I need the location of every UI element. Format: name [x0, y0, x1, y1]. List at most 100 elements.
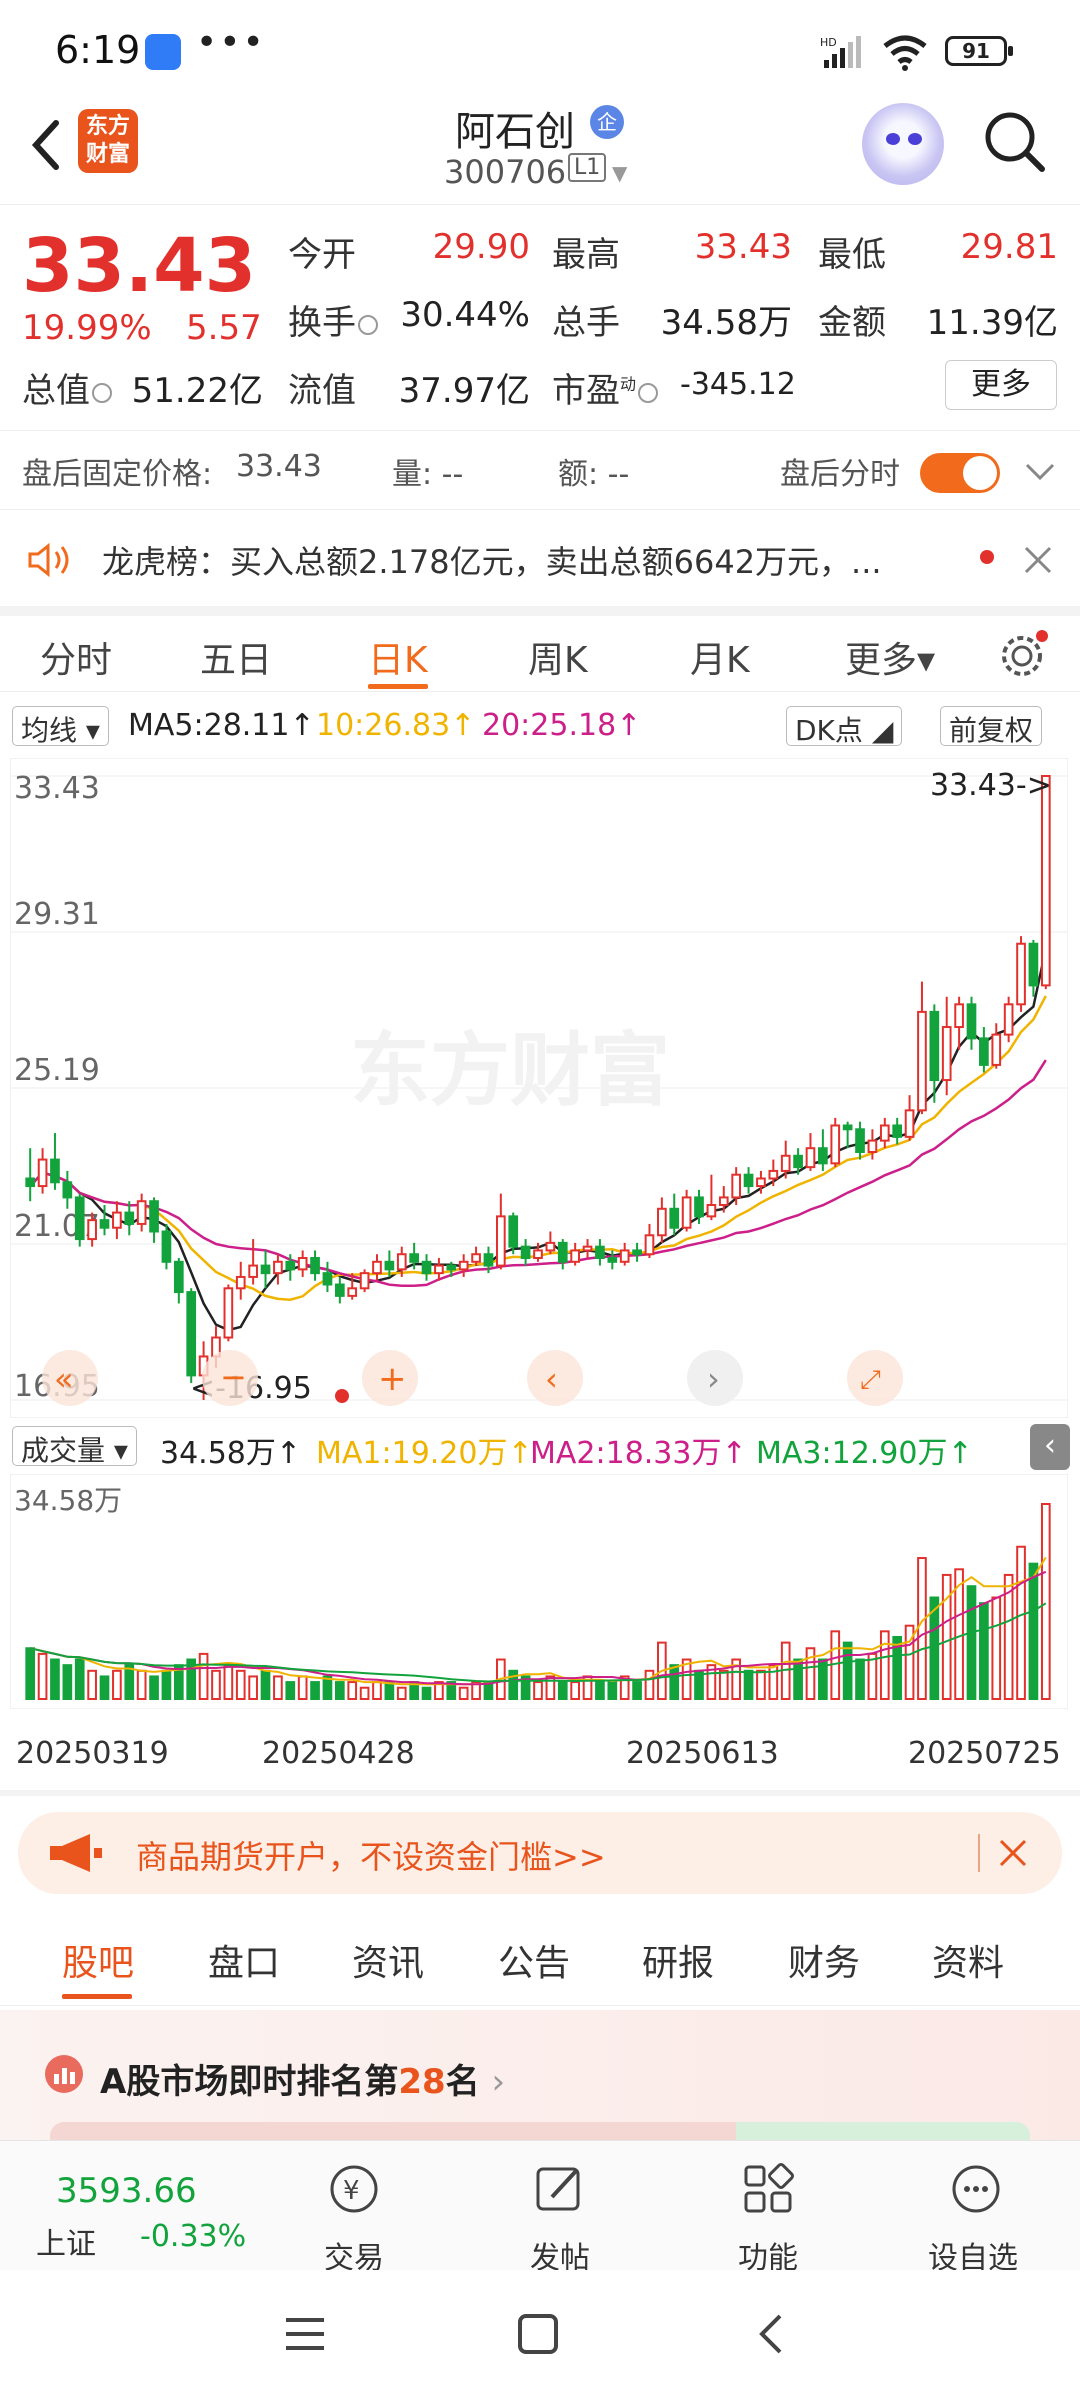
close-icon[interactable]	[998, 1838, 1028, 1868]
post-icon[interactable]	[530, 2159, 590, 2219]
candle-body	[62, 1181, 73, 1199]
ai-assistant-avatar[interactable]	[862, 103, 944, 185]
settings-gear-icon[interactable]	[996, 628, 1050, 682]
date-start: 20250319	[16, 1736, 169, 1771]
tab-news[interactable]: 资讯	[352, 1934, 424, 1986]
close-icon[interactable]	[1022, 544, 1054, 576]
candle-body	[619, 1249, 630, 1263]
ma-legend: 均线 ▾ MA5:28.11↑ 10:26.83↑ 20:25.18↑ DK点 …	[0, 700, 1080, 750]
tab-weekly-k[interactable]: 周K	[528, 631, 588, 683]
last-price-tag: 33.43->	[930, 768, 1052, 803]
level-badge[interactable]: L1	[568, 153, 607, 182]
candle-body	[805, 1147, 816, 1169]
adjust-select[interactable]: 前复权	[940, 706, 1043, 747]
indicator-select[interactable]: 均线 ▾	[12, 706, 109, 747]
tab-financials[interactable]: 财务	[788, 1934, 860, 1986]
candle-body	[991, 1033, 1002, 1066]
watermark: 东方财富	[350, 1024, 670, 1117]
trade-icon[interactable]: ¥	[324, 2159, 384, 2219]
vol-ma1: MA1:19.20万↑	[316, 1436, 533, 1471]
market-rank-card[interactable]: A股市场即时排名第28名 ›	[0, 2010, 1080, 2150]
fixed-price-value: 33.43	[236, 449, 322, 484]
info-icon[interactable]	[358, 314, 378, 335]
back-nav-icon[interactable]	[752, 2312, 792, 2356]
tab-daily-k[interactable]: 日K	[368, 631, 428, 683]
candle-body	[87, 1219, 97, 1241]
status-bar: 6:19 ••• HD 91	[0, 0, 1080, 100]
candle-body	[446, 1264, 457, 1271]
ma5-value: MA5:28.11↑	[128, 708, 315, 743]
chevron-down-icon[interactable]	[1024, 461, 1056, 483]
volume-legend: 成交量 ▾ 34.58万↑ MA1:19.20万↑ MA2:18.33万↑ MA…	[0, 1420, 1080, 1474]
volume-bar	[37, 1652, 48, 1701]
volume-bar	[285, 1681, 296, 1700]
candle-body	[273, 1260, 283, 1275]
volume-axis-top: 34.58万	[14, 1484, 122, 1517]
tab-guba[interactable]: 股吧	[62, 1934, 134, 1986]
rank-text: A股市场即时排名第28名 ›	[100, 2062, 506, 2102]
wifi-icon	[883, 35, 927, 71]
candle-body	[1040, 775, 1051, 987]
collapse-panel-button[interactable]: ‹	[1030, 1424, 1070, 1470]
volume-bar	[384, 1681, 395, 1700]
ma20-value: 20:25.18↑	[482, 708, 642, 743]
kline-chart[interactable]: 东方财富 33.4329.3125.1921.0716.95 33.43-> <…	[10, 758, 1068, 1418]
candle-body	[136, 1200, 147, 1225]
candle-body	[582, 1245, 593, 1252]
tab-order-book[interactable]: 盘口	[208, 1934, 280, 1986]
stock-name: 阿石创	[455, 109, 575, 155]
fixed-price-label: 盘后固定价格:	[22, 457, 213, 492]
tab-more[interactable]: 更多▾	[845, 631, 935, 683]
tab-announcements[interactable]: 公告	[498, 1934, 570, 1986]
volume-bar	[607, 1681, 618, 1700]
index-value[interactable]: 3593.66	[56, 2171, 197, 2211]
dk-point-select[interactable]: DK点 ◢	[786, 706, 903, 747]
open-label: 今开	[288, 235, 356, 275]
volume-bar	[644, 1669, 655, 1700]
info-icon[interactable]	[638, 382, 659, 403]
candle-body	[533, 1249, 543, 1260]
volume-bar	[372, 1681, 382, 1700]
mktcap-label: 总值	[22, 363, 112, 412]
tab-five-day[interactable]: 五日	[200, 631, 272, 683]
after-hours-toggle[interactable]	[920, 453, 1000, 493]
candle-body	[347, 1287, 358, 1297]
volume-bar	[297, 1675, 308, 1700]
double-chevron-left-icon: «	[54, 1360, 74, 1398]
more-button[interactable]: 更多	[945, 360, 1057, 410]
home-icon[interactable]	[516, 2312, 560, 2356]
menu-icon[interactable]	[282, 2314, 328, 2354]
volume-indicator-select[interactable]: 成交量 ▾	[12, 1426, 137, 1467]
candle-body	[842, 1124, 853, 1131]
candle-body	[756, 1177, 766, 1188]
notification-app-icon	[145, 34, 181, 70]
candle-body	[285, 1260, 296, 1271]
back-icon[interactable]	[22, 115, 72, 175]
candle-body	[595, 1245, 605, 1260]
tab-monthly-k[interactable]: 月K	[690, 631, 750, 683]
add-watchlist-icon[interactable]	[946, 2159, 1006, 2219]
level-dropdown-icon[interactable]: ▼	[612, 161, 627, 185]
candle-body	[520, 1245, 531, 1260]
unread-dot	[980, 550, 994, 564]
tab-profile[interactable]: 资料	[932, 1934, 1004, 1986]
tab-intraday[interactable]: 分时	[40, 631, 112, 683]
volume-chart[interactable]: 34.58万	[10, 1474, 1068, 1709]
candle-body	[879, 1124, 890, 1142]
candle-body	[954, 1003, 964, 1029]
tab-research[interactable]: 研报	[642, 1934, 714, 1986]
enterprise-badge: 企	[590, 105, 624, 139]
info-icon[interactable]	[92, 382, 112, 403]
price-tick-label: 21.07	[14, 1209, 100, 1244]
candle-body	[904, 1109, 915, 1138]
volume-bar	[211, 1669, 221, 1700]
dragon-tiger-notice[interactable]: 龙虎榜：买入总额2.178亿元，卖出总额6642万元，...	[0, 512, 1080, 606]
candle-body	[966, 1003, 977, 1040]
candle-body	[161, 1230, 172, 1263]
search-icon[interactable]	[980, 107, 1050, 177]
futures-ad-banner[interactable]: 商品期货开户，不设资金门槛>>	[18, 1812, 1062, 1894]
functions-icon[interactable]	[738, 2159, 798, 2219]
volume-bar	[743, 1669, 754, 1700]
candle-body	[917, 1010, 927, 1112]
volume-bar	[979, 1602, 989, 1701]
